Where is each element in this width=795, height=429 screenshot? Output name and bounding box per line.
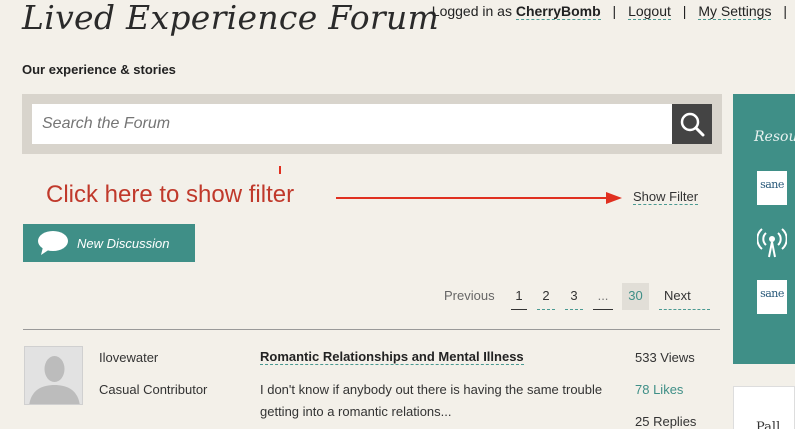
pagination-ellipsis: ... xyxy=(593,283,613,310)
separator: | xyxy=(783,3,787,19)
show-filter-link[interactable]: Show Filter xyxy=(633,189,699,205)
logout-link[interactable]: Logout xyxy=(628,3,671,20)
pagination-page-current[interactable]: 30 xyxy=(622,283,649,310)
resources-panel: Resou sane sane xyxy=(733,94,795,364)
pagination-page-3[interactable]: 3 xyxy=(565,283,583,310)
user-bar: Logged in as CherryBomb | Logout | My Se… xyxy=(431,3,795,20)
replies-count: 25 Replies xyxy=(635,414,697,429)
annotation-text: Click here to show filter xyxy=(46,181,295,208)
separator: | xyxy=(612,3,617,19)
search-icon xyxy=(680,112,705,137)
search-input[interactable] xyxy=(32,104,672,144)
sane-logo-icon[interactable]: sane xyxy=(757,280,787,314)
avatar[interactable] xyxy=(24,346,83,405)
logged-in-label: Logged in as xyxy=(431,3,512,19)
pagination-previous[interactable]: Previous xyxy=(444,283,495,310)
separator: | xyxy=(682,3,687,19)
discussion-title-link[interactable]: Romantic Relationships and Mental Illnes… xyxy=(260,349,524,365)
search-button[interactable] xyxy=(672,104,712,144)
author-name[interactable]: Ilovewater xyxy=(99,350,158,365)
pagination-next[interactable]: Next xyxy=(659,283,710,310)
divider xyxy=(23,329,720,330)
pagination-page-2[interactable]: 2 xyxy=(537,283,555,310)
speech-bubble-icon xyxy=(38,231,68,255)
pagination: Previous 1 2 3 ... 30 Next xyxy=(0,283,795,313)
annotation-arrow xyxy=(336,192,622,204)
my-settings-link[interactable]: My Settings xyxy=(698,3,772,20)
username-link[interactable]: CherryBomb xyxy=(515,3,601,20)
annotation-mark xyxy=(279,166,281,174)
sane-logo-text: sane xyxy=(760,287,784,300)
new-discussion-button[interactable]: New Discussion xyxy=(23,224,195,262)
sidebar-card-title: Pall xyxy=(756,420,781,429)
site-title: Lived Experience Forum xyxy=(22,0,440,37)
discussion-excerpt: I don't know if anybody out there is hav… xyxy=(260,382,603,419)
pagination-page-1[interactable]: 1 xyxy=(511,283,527,310)
broadcast-icon[interactable] xyxy=(756,225,788,259)
page-subtitle: Our experience & stories xyxy=(22,62,176,77)
user-silhouette-icon xyxy=(29,356,80,404)
resources-title: Resou xyxy=(754,129,795,145)
search-bar xyxy=(22,94,722,154)
sane-logo-icon[interactable]: sane xyxy=(757,171,787,205)
new-discussion-label: New Discussion xyxy=(77,235,170,251)
sane-logo-text: sane xyxy=(760,178,784,191)
likes-count: 78 Likes xyxy=(635,382,684,397)
author-rank: Casual Contributor xyxy=(99,382,208,397)
views-count: 533 Views xyxy=(635,350,695,365)
